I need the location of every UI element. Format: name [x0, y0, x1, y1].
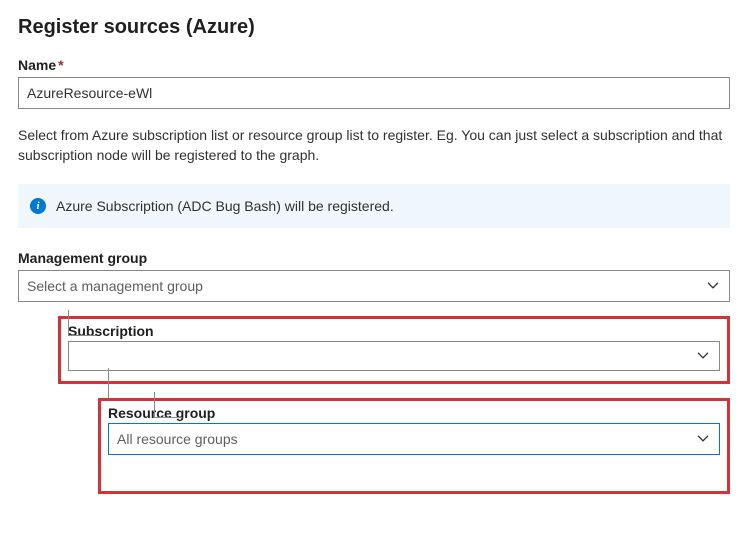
- tree-connector: [68, 310, 96, 336]
- management-group-select-value: Select a management group: [18, 270, 730, 302]
- tree-connector: [154, 392, 182, 418]
- resource-group-highlight: Resource group All resource groups: [98, 398, 730, 494]
- resource-group-select-value: All resource groups: [108, 423, 720, 455]
- help-text: Select from Azure subscription list or r…: [18, 125, 730, 166]
- subscription-highlight: Subscription: [58, 316, 730, 384]
- resource-group-label: Resource group: [108, 405, 720, 421]
- management-group-select[interactable]: Select a management group: [18, 270, 730, 302]
- tree-connector: [108, 368, 109, 398]
- info-icon: i: [30, 198, 46, 214]
- info-banner: i Azure Subscription (ADC Bug Bash) will…: [18, 184, 730, 228]
- name-label-text: Name: [18, 57, 56, 73]
- page-title: Register sources (Azure): [18, 16, 730, 39]
- name-input[interactable]: [18, 77, 730, 109]
- management-group-label: Management group: [18, 250, 730, 266]
- subscription-label: Subscription: [68, 323, 720, 339]
- required-asterisk: *: [58, 57, 63, 73]
- resource-group-select[interactable]: All resource groups: [108, 423, 720, 455]
- subscription-select-value: [68, 341, 720, 371]
- info-banner-text: Azure Subscription (ADC Bug Bash) will b…: [56, 198, 394, 214]
- name-label: Name*: [18, 57, 730, 73]
- subscription-select[interactable]: [68, 341, 720, 371]
